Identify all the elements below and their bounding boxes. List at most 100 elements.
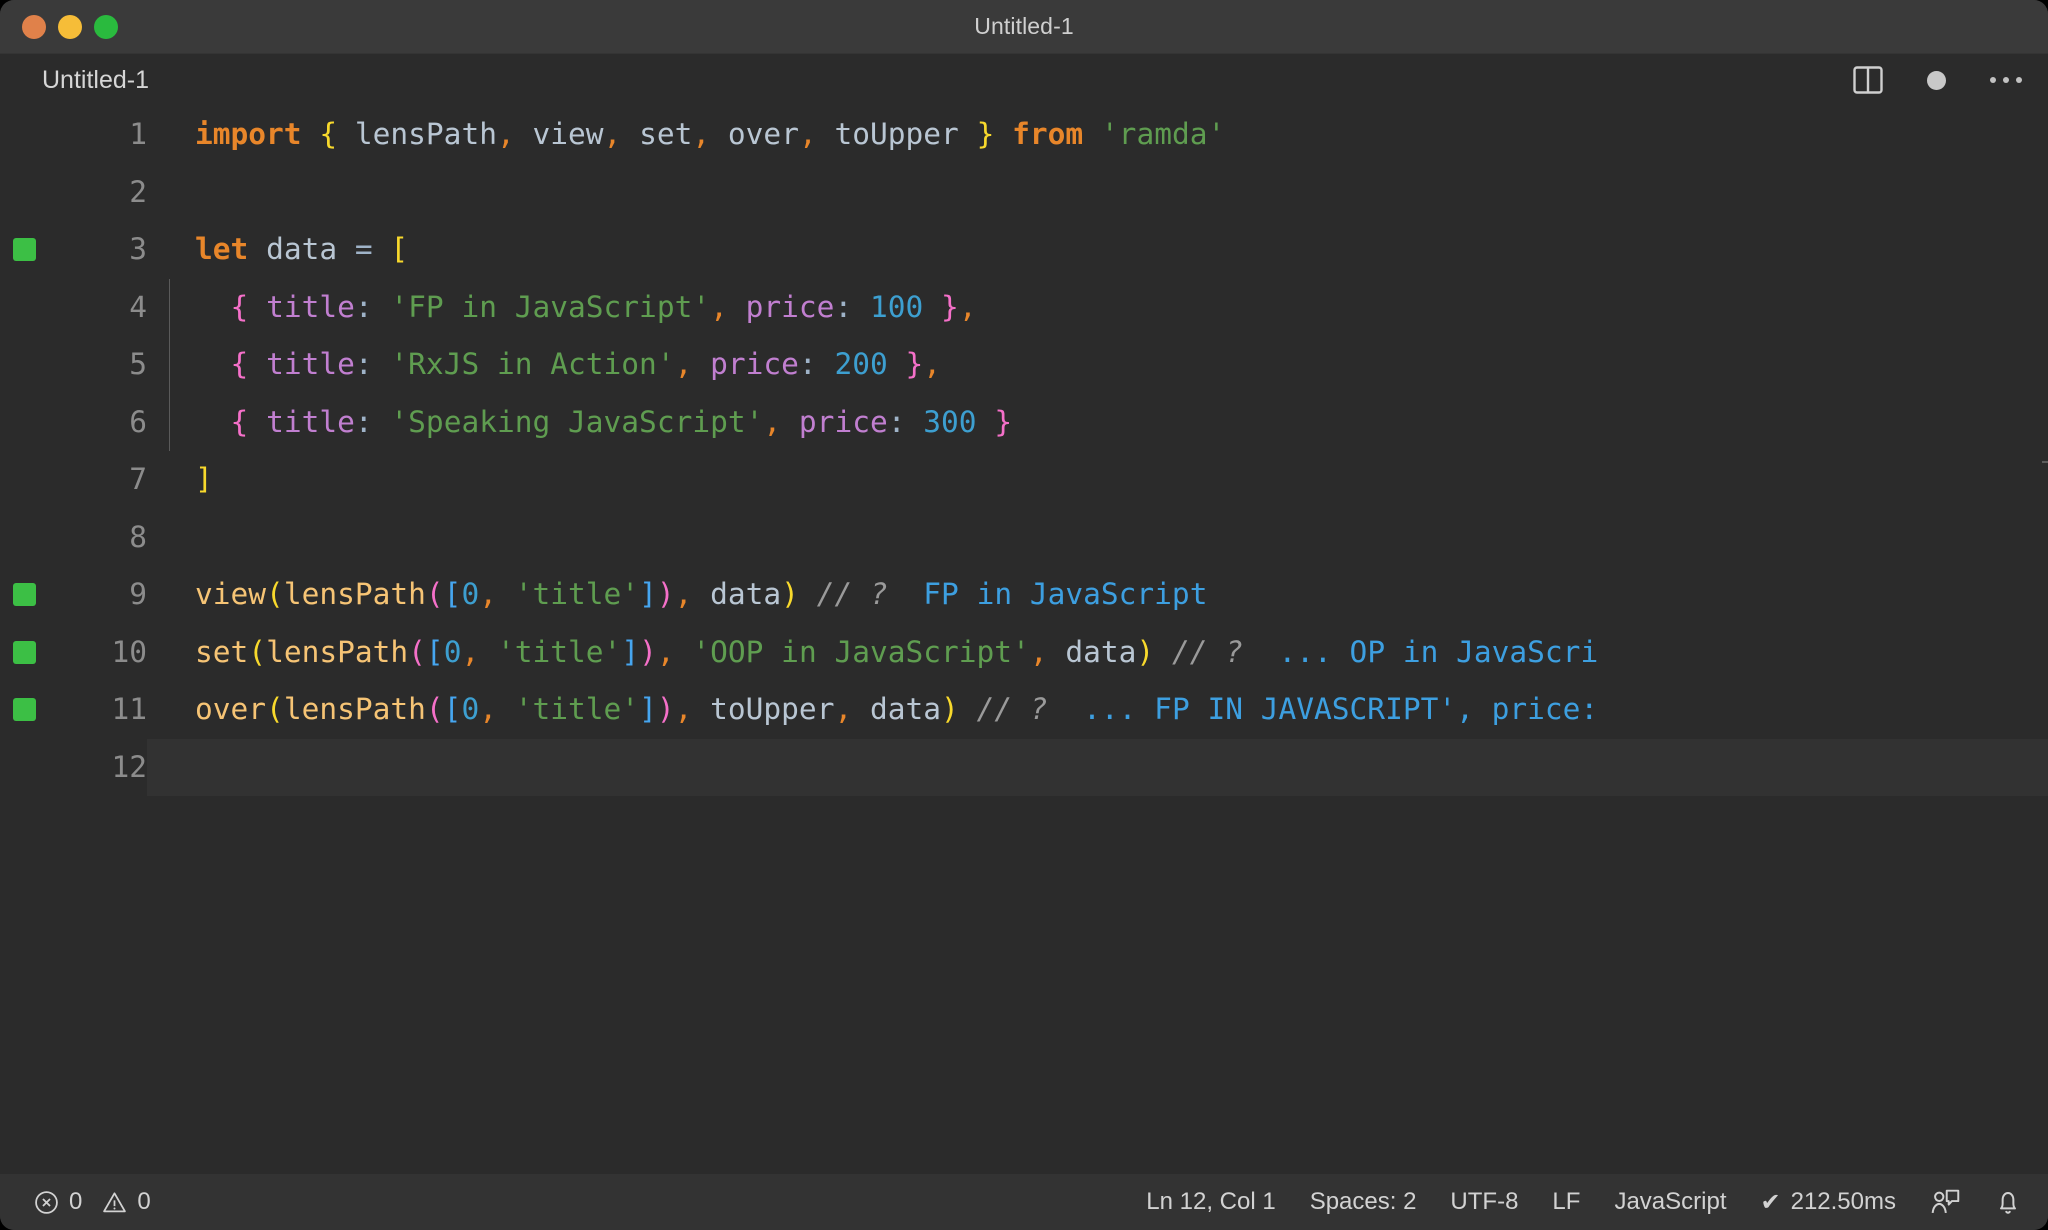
status-cursor-position[interactable]: Ln 12, Col 1	[1146, 1188, 1275, 1216]
code-editor[interactable]: 1 import { lensPath, view, set, over, toU…	[0, 106, 2048, 1174]
code-line-content[interactable]: view(lensPath([0, 'title']), data) // ? …	[147, 566, 2048, 624]
unsaved-dot-icon[interactable]	[1927, 70, 1946, 90]
status-indentation[interactable]: Spaces: 2	[1310, 1188, 1417, 1216]
split-editor-icon[interactable]	[1853, 66, 1883, 94]
code-line-content[interactable]: let data = [	[147, 221, 2048, 279]
status-encoding[interactable]: UTF-8	[1450, 1188, 1518, 1216]
quokka-green-square-icon	[12, 698, 36, 722]
status-errors[interactable]: 0	[34, 1188, 82, 1216]
code-line[interactable]: 5 { title: 'RxJS in Action', price: 200 …	[0, 336, 2048, 394]
code-line-content[interactable]: { title: 'Speaking JavaScript', price: 3…	[147, 393, 2048, 451]
code-token: let	[195, 232, 249, 266]
code-token: }	[941, 289, 959, 324]
line-number: 8	[129, 519, 147, 554]
code-token: {	[319, 117, 338, 151]
code-token: }	[994, 404, 1013, 439]
code-token: (	[266, 577, 284, 611]
code-line-content[interactable]	[147, 164, 2048, 222]
editor-window: Untitled-1 Untitled-1 1 import { lensPath…	[0, 0, 2048, 1230]
code-token: ]	[621, 634, 640, 669]
code-token: =	[354, 232, 373, 266]
code-token: (	[425, 577, 444, 611]
code-line-content[interactable]	[147, 509, 2048, 567]
code-token: data	[869, 692, 942, 726]
code-line[interactable]: 1 import { lensPath, view, set, over, toU…	[0, 106, 2048, 164]
code-token: [	[425, 634, 444, 669]
status-runtime[interactable]: ✔ 212.50ms	[1760, 1188, 1896, 1217]
bell-icon[interactable]	[1994, 1188, 2022, 1216]
code-line-content[interactable]: over(lensPath([0, 'title']), toUpper, da…	[147, 681, 2048, 739]
code-token: :	[354, 404, 373, 439]
line-number: 9	[129, 577, 147, 611]
code-token: over	[727, 117, 799, 151]
code-token: 0	[461, 692, 480, 726]
code-token: over	[195, 692, 267, 726]
vertical-scrollbar[interactable]	[2042, 461, 2048, 463]
code-token: {	[230, 347, 249, 381]
code-line[interactable]: 7]	[0, 451, 2048, 509]
code-token: lensPath	[354, 117, 497, 151]
code-line-content[interactable]: { title: 'FP in JavaScript', price: 100 …	[147, 278, 2048, 336]
code-line[interactable]: 9 view(lensPath([0, 'title']), data) // ?…	[0, 566, 2048, 624]
code-line[interactable]: 11 over(lensPath([0, 'title']), toUpper, …	[0, 681, 2048, 739]
code-token: 0	[443, 634, 462, 669]
code-token: ,	[763, 404, 782, 439]
code-token: // ?	[976, 692, 1048, 726]
minimize-window-button[interactable]	[58, 14, 82, 39]
close-window-button[interactable]	[22, 14, 46, 39]
line-number: 7	[129, 462, 147, 496]
code-line-content[interactable]: set(lensPath([0, 'title']), 'OOP in Java…	[147, 624, 2048, 682]
traffic-light-buttons	[0, 14, 118, 39]
code-token: title	[266, 347, 355, 381]
code-token: (	[408, 634, 426, 669]
code-token: 'title'	[514, 692, 640, 726]
status-language-mode[interactable]: JavaScript	[1614, 1188, 1726, 1216]
code-line[interactable]: 4 { title: 'FP in JavaScript', price: 10…	[0, 278, 2048, 336]
gutter-marker-cell	[0, 509, 48, 567]
code-token: [	[390, 232, 409, 266]
code-token: :	[798, 347, 817, 381]
code-line[interactable]: 10 set(lensPath([0, 'title']), 'OOP in Ja…	[0, 624, 2048, 682]
warning-icon	[102, 1190, 127, 1215]
code-line-content[interactable]: import { lensPath, view, set, over, toUp…	[147, 106, 2048, 164]
code-token: price	[745, 289, 835, 324]
gutter-marker-cell	[0, 451, 48, 509]
code-token: toUpper	[834, 117, 959, 151]
code-line-content[interactable]: ]	[147, 451, 2048, 509]
code-token: )	[656, 692, 675, 726]
code-token: view	[532, 117, 604, 151]
maximize-window-button[interactable]	[94, 14, 118, 39]
status-eol[interactable]: LF	[1552, 1188, 1580, 1216]
quokka-green-square-icon	[12, 238, 36, 262]
gutter-marker-cell	[0, 106, 48, 164]
code-line[interactable]: 2	[0, 164, 2048, 222]
code-line[interactable]: 6 { title: 'Speaking JavaScript', price:…	[0, 393, 2048, 451]
feedback-icon[interactable]	[1930, 1188, 1960, 1216]
code-token: ]	[195, 462, 213, 496]
code-line[interactable]: 8	[0, 509, 2048, 567]
code-token: )	[781, 577, 799, 611]
more-actions-icon[interactable]	[1990, 77, 2022, 83]
code-line[interactable]: 12	[0, 738, 2048, 796]
code-line-content[interactable]	[147, 738, 2048, 796]
tab-untitled-1[interactable]: Untitled-1	[42, 66, 149, 95]
code-line-content[interactable]: { title: 'RxJS in Action', price: 200 },	[147, 336, 2048, 394]
status-warnings[interactable]: 0	[102, 1188, 151, 1216]
indent-guide	[169, 393, 170, 451]
code-line[interactable]: 3 let data = [	[0, 221, 2048, 279]
code-token: 'ramda'	[1100, 117, 1226, 151]
